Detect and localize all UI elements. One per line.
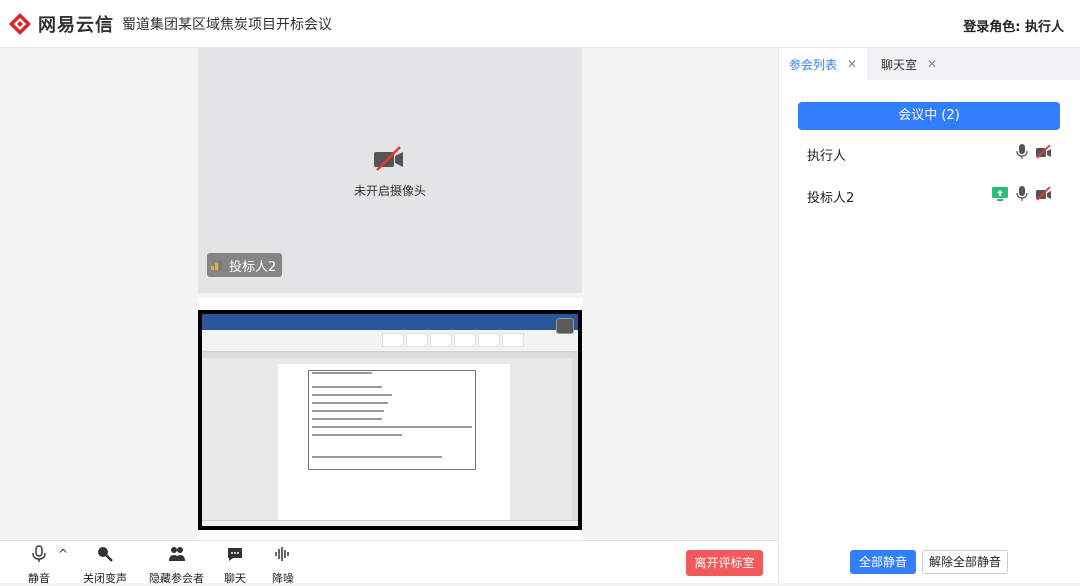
- waveform-icon: [275, 547, 289, 561]
- signal-icon: [211, 260, 223, 270]
- doc-ruler: [202, 352, 578, 358]
- close-icon[interactable]: ✕: [927, 57, 937, 71]
- microphone-icon: [32, 545, 46, 562]
- hide-participants-button[interactable]: 隐藏参会者: [149, 545, 204, 586]
- panel-tabs: 参会列表 ✕ 聊天室 ✕: [779, 48, 1080, 80]
- brand-name: 网易云信: [38, 15, 114, 36]
- brand-logo-icon: [9, 13, 31, 35]
- video-stage: 未开启摄像头 投标人2: [0, 48, 778, 540]
- close-icon[interactable]: ✕: [847, 57, 857, 71]
- video-name: 投标人2: [229, 259, 277, 275]
- tab-participants-label: 参会列表: [789, 57, 838, 72]
- doc-tab-bar: [202, 322, 578, 330]
- noise-label: 降噪: [272, 572, 294, 585]
- login-role: 登录角色: 执行人: [963, 20, 1064, 35]
- member-controls: [1016, 144, 1052, 160]
- doc-title-bar: [202, 314, 578, 322]
- app-header: 网易云信 蜀道集团某区域焦炭项目开标会议 登录角色: 执行人: [0, 0, 1080, 48]
- tab-participants[interactable]: 参会列表 ✕: [779, 48, 868, 80]
- tab-chatroom[interactable]: 聊天室 ✕: [871, 48, 947, 80]
- doc-table: [308, 370, 476, 470]
- chat-icon: [228, 548, 242, 561]
- fullscreen-icon[interactable]: [556, 318, 574, 334]
- tab-chatroom-label: 聊天室: [881, 57, 918, 72]
- doc-scrollbar: [572, 358, 578, 520]
- camera-off-icon[interactable]: [1036, 145, 1052, 159]
- meeting-status-button[interactable]: 会议中 (2): [798, 102, 1060, 130]
- meeting-toolbar: 静音 ^ 关闭变声 隐藏参会者 聊天 降噪 离开评标室: [0, 540, 778, 586]
- meeting-title: 蜀道集团某区域焦炭项目开标会议: [122, 17, 332, 33]
- screen-share-tile: [198, 298, 582, 540]
- doc-page: [278, 364, 510, 524]
- participants-icon: [168, 547, 185, 561]
- member-name: 执行人: [807, 149, 847, 164]
- camera-off-icon: [374, 146, 403, 171]
- hide-participants-label: 隐藏参会者: [149, 572, 204, 585]
- chevron-up-icon[interactable]: ^: [58, 547, 68, 561]
- leave-room-button[interactable]: 离开评标室: [686, 550, 763, 576]
- screen-share-view[interactable]: [198, 310, 582, 530]
- mute-button[interactable]: 静音: [28, 545, 50, 586]
- brand-logo: 网易云信: [8, 11, 114, 37]
- video-tile: 未开启摄像头 投标人2: [198, 48, 582, 293]
- voice-change-label: 关闭变声: [83, 572, 127, 585]
- doc-styles: [382, 333, 524, 347]
- microphone-icon[interactable]: [1016, 144, 1028, 160]
- chat-button[interactable]: 聊天: [224, 545, 246, 586]
- mute-all-button[interactable]: 全部静音: [850, 550, 916, 574]
- noise-reduction-button[interactable]: 降噪: [272, 545, 294, 586]
- voice-changer-icon: [98, 547, 113, 562]
- microphone-icon[interactable]: [1016, 186, 1028, 202]
- screen-share-icon: [992, 187, 1008, 201]
- shared-document: [202, 314, 578, 526]
- mute-label: 静音: [28, 572, 50, 585]
- doc-ribbon: [202, 330, 578, 352]
- chat-label: 聊天: [224, 572, 246, 585]
- camera-off-label: 未开启摄像头: [353, 184, 426, 198]
- voice-change-button[interactable]: 关闭变声: [83, 545, 127, 586]
- unmute-all-button[interactable]: 解除全部静音: [922, 550, 1008, 574]
- side-panel: 参会列表 ✕ 聊天室 ✕ 会议中 (2) 执行人 投标人2 全部静音 解除全部静…: [778, 48, 1080, 583]
- camera-off-icon[interactable]: [1036, 187, 1052, 201]
- video-name-tag: 投标人2: [207, 253, 283, 277]
- member-controls: [992, 186, 1052, 202]
- doc-status-bar: [202, 520, 578, 526]
- member-name: 投标人2: [807, 191, 855, 206]
